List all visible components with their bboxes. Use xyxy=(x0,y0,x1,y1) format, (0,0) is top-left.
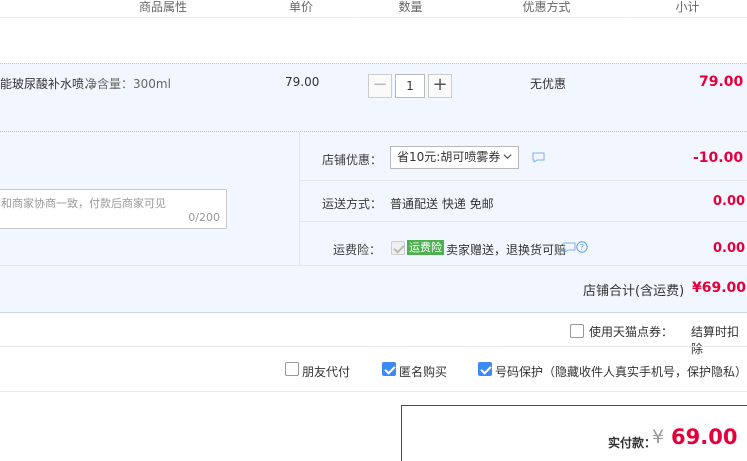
item-spec: 净含量：300ml xyxy=(85,77,171,91)
anonymous-checkbox[interactable] xyxy=(382,362,396,376)
anonymous-label: 匿名购买 xyxy=(399,365,448,379)
row-divider xyxy=(0,346,747,347)
chat-bubble-icon[interactable] xyxy=(563,242,576,253)
svg-text:?: ? xyxy=(580,243,584,252)
privacy-label: 号码保护（隐藏收件人真实手机号，保护隐私） xyxy=(495,365,747,379)
item-price: 79.00 xyxy=(285,75,320,89)
row-divider xyxy=(300,180,747,181)
header-qty: 数量 xyxy=(398,0,423,14)
insurance-checkbox[interactable] xyxy=(391,241,405,255)
item-discount: 无优惠 xyxy=(530,77,567,91)
row-divider xyxy=(0,265,747,266)
row-divider xyxy=(0,312,747,313)
tmall-points-checkbox[interactable] xyxy=(570,324,584,338)
row-divider xyxy=(0,391,747,392)
delivery-value: 普通配送 快递 免邮 xyxy=(390,197,494,211)
buyer-message-placeholder: 和商家协商一致，付款后商家可见 xyxy=(1,197,166,210)
qty-plus-button[interactable]: + xyxy=(428,74,452,98)
row-divider xyxy=(300,221,747,222)
pay-amount: 69.00 xyxy=(671,425,738,449)
panel-divider xyxy=(299,132,300,265)
pay-currency: ¥ xyxy=(652,426,665,448)
item-subtotal: 79.00 xyxy=(699,74,744,90)
header-discount: 优惠方式 xyxy=(522,0,571,14)
qty-minus-button[interactable]: − xyxy=(368,74,392,98)
chat-bubble-icon[interactable] xyxy=(532,152,545,163)
header-subtotal: 小计 xyxy=(675,0,700,14)
shop-total-label: 店铺合计(含运费) xyxy=(583,284,685,299)
delivery-label: 运送方式： xyxy=(322,197,383,211)
pay-label: 实付款： xyxy=(608,436,657,450)
shop-coupon-select[interactable]: 省10元:胡可喷雾券 xyxy=(390,146,519,169)
buyer-message-textarea[interactable]: 和商家协商一致，付款后商家可见 0/200 xyxy=(0,189,227,229)
delivery-amount: 0.00 xyxy=(713,194,746,209)
payment-summary-box: 实付款： ¥ 69.00 xyxy=(401,405,747,461)
shop-coupon-label: 店铺优惠： xyxy=(322,153,383,167)
insurance-amount: 0.00 xyxy=(713,241,746,256)
chevron-down-icon xyxy=(503,154,512,160)
shop-total-value: ¥69.00 xyxy=(692,280,747,296)
header-attrs: 商品属性 xyxy=(138,0,187,14)
order-table-header: 商品属性 单价 数量 优惠方式 小计 xyxy=(0,0,747,18)
help-question-icon[interactable]: ? xyxy=(576,241,588,253)
insurance-tag: 运费险 xyxy=(407,240,444,255)
insurance-text: 卖家赠送，退换货可赔 xyxy=(446,243,567,257)
insurance-label: 运费险： xyxy=(333,243,382,257)
item-name[interactable]: 能玻尿酸补水喷… xyxy=(0,75,96,92)
header-price: 单价 xyxy=(288,0,313,14)
shop-coupon-value: 省10元:胡可喷雾券 xyxy=(397,150,501,164)
privacy-checkbox[interactable] xyxy=(478,362,492,376)
tmall-points-note: 结算时扣除 xyxy=(691,325,740,356)
friend-pay-label: 朋友代付 xyxy=(302,365,351,379)
qty-input[interactable]: 1 xyxy=(395,74,425,98)
shop-coupon-amount: -10.00 xyxy=(693,150,744,166)
tmall-points-label: 使用天猫点券： xyxy=(589,325,674,339)
friend-pay-checkbox[interactable] xyxy=(285,362,299,376)
buyer-message-count: 0/200 xyxy=(188,211,220,224)
